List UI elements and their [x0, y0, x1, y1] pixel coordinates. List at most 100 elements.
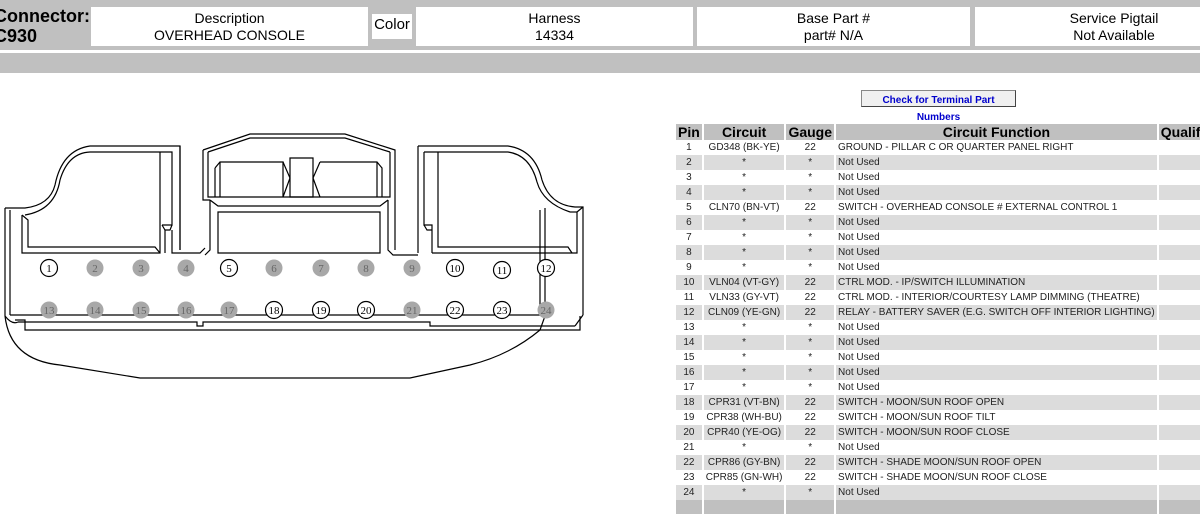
pin-table-row: 23 CPR85 (GN-WH) 22 SWITCH - SHADE MOON/SUN…: [676, 470, 1200, 485]
row-circuit-function: GROUND - PILLAR C OR QUARTER PANEL RIGHT: [838, 142, 1074, 153]
row-gauge: 22: [804, 292, 816, 303]
pin-number-label: 7: [318, 263, 324, 275]
pin-1: 1: [39, 258, 59, 278]
pin-number-label: 6: [271, 263, 277, 275]
row-gauge: *: [808, 172, 813, 183]
row-gauge: *: [808, 232, 813, 243]
pin-number-label: 13: [44, 305, 56, 317]
pin-5: 5: [219, 258, 239, 278]
pin-13: 13: [40, 301, 58, 319]
pin-table-row: 10 VLN04 (VT-GY) 22 CTRL MOD. - IP/SWITCH I…: [676, 275, 1200, 290]
row-circuit: CPR85 (GN-WH): [705, 472, 783, 483]
row-gauge: 22: [786, 305, 835, 320]
row-qualifier: [1159, 350, 1200, 365]
harness-value: 14334: [535, 27, 574, 43]
row-pin: 8: [676, 245, 702, 260]
row-qualifier: [1159, 140, 1200, 155]
row-circuit-function: Not Used: [838, 442, 880, 453]
row-pin: 24: [676, 485, 702, 500]
row-circuit-function: Not Used: [836, 155, 1157, 170]
col-circuit: Circuit: [703, 124, 785, 140]
pin-number-label: 14: [90, 305, 102, 317]
row-circuit: *: [742, 172, 747, 183]
pin-table-row: 6 * * Not Used: [676, 215, 1200, 230]
row-circuit-function: Not Used: [836, 185, 1157, 200]
row-circuit-function: Not Used: [836, 485, 1157, 500]
pin-11: 11: [492, 260, 512, 280]
row-circuit: *: [703, 335, 785, 350]
pin-10: 10: [445, 258, 465, 278]
row-circuit-function: Not Used: [838, 172, 880, 183]
row-circuit: *: [703, 485, 785, 500]
row-circuit: *: [703, 215, 785, 230]
row-circuit: CPR86 (GY-BN): [703, 455, 785, 470]
pin-number-label: 12: [541, 263, 552, 275]
row-pin: 9: [686, 262, 692, 273]
pin-number-label: 19: [316, 305, 328, 317]
pin-table-row: 21 * * Not Used: [676, 440, 1200, 455]
row-pin: 3: [686, 172, 692, 183]
row-qualifier: [1159, 410, 1200, 425]
connector-id: C930: [0, 26, 38, 46]
row-qualifier: [1159, 380, 1200, 395]
row-gauge: 22: [786, 425, 835, 440]
row-gauge: *: [786, 215, 835, 230]
row-pin: 4: [676, 185, 702, 200]
row-pin: 7: [686, 232, 692, 243]
footer-cell: [703, 500, 785, 514]
pin-table-row: 3 * * Not Used: [676, 170, 1200, 185]
pin-number-label: 9: [409, 263, 415, 275]
row-gauge: 22: [786, 455, 835, 470]
pin-table-row: 5 CLN70 (BN-VT) 22 SWITCH - OVERHEAD CONSOL…: [676, 200, 1200, 215]
pin-layer: 1 2 3 4 5 6 7 8 9 10 11 1213 14 15 16 17 18 19 20 21 22 23 24: [39, 258, 556, 320]
pin-number-label: 17: [224, 305, 236, 317]
pin-table-row: 19 CPR38 (WH-BU) 22 SWITCH - MOON/SUN ROOF …: [676, 410, 1200, 425]
row-gauge: *: [786, 185, 835, 200]
row-pin: 1: [686, 142, 692, 153]
pin-number-label: 16: [181, 305, 193, 317]
row-pin: 5: [686, 202, 692, 213]
row-circuit-function: SWITCH - SHADE MOON/SUN ROOF OPEN: [836, 455, 1157, 470]
base-part-cell: Base Part # part# N/A: [697, 7, 970, 46]
pin-number-label: 21: [407, 305, 418, 317]
check-terminal-part-numbers-button[interactable]: Check for Terminal Part Numbers: [861, 90, 1016, 123]
pin-table-row: 11 VLN33 (GY-VT) 22 CTRL MOD. - INTERIOR/CO…: [676, 290, 1200, 305]
row-circuit: *: [703, 185, 785, 200]
pin-number-label: 11: [497, 265, 508, 277]
pin-number-label: 3: [138, 263, 144, 275]
row-qualifier: [1159, 470, 1200, 485]
pin-3: 3: [132, 259, 150, 277]
row-pin: 6: [676, 215, 702, 230]
pin-table-header: Pin Circuit Gauge Circuit Function Quali…: [676, 124, 1200, 140]
pin-17: 17: [220, 301, 238, 319]
pin-table-row: 14 * * Not Used: [676, 335, 1200, 350]
description-label: Description: [194, 10, 265, 26]
row-circuit-function: RELAY - BATTERY SAVER (E.G. SWITCH OFF I…: [836, 305, 1157, 320]
row-qualifier: [1159, 320, 1200, 335]
row-gauge: *: [786, 245, 835, 260]
row-qualifier: [1158, 215, 1200, 230]
connector-label: Connector:: [0, 6, 90, 26]
row-circuit-function: Not Used: [838, 232, 880, 243]
row-circuit-function: CTRL MOD. - IP/SWITCH ILLUMINATION: [836, 275, 1157, 290]
row-circuit: *: [742, 382, 747, 393]
row-circuit-function: SWITCH - MOON/SUN ROOF CLOSE: [836, 425, 1157, 440]
pin-number-label: 20: [361, 305, 373, 317]
pin-20: 20: [356, 300, 376, 320]
row-pin: 15: [683, 352, 695, 363]
row-circuit-function: Not Used: [836, 215, 1157, 230]
pin-19: 19: [311, 300, 331, 320]
pin-number-label: 2: [92, 263, 98, 275]
row-pin: 2: [676, 155, 702, 170]
row-circuit-function: Not Used: [838, 322, 880, 333]
footer-cell: [836, 500, 1157, 514]
row-qualifier: [1158, 155, 1200, 170]
row-gauge: *: [808, 382, 813, 393]
connector-header: Connector: C930 Description OVERHEAD CON…: [0, 0, 1200, 50]
pin-table-row: 17 * * Not Used: [676, 380, 1200, 395]
row-gauge: *: [808, 322, 813, 333]
pin-table-row: 12 CLN09 (YE-GN) 22 RELAY - BATTERY SAVER (…: [676, 305, 1200, 320]
pin-table-row: 20 CPR40 (YE-OG) 22 SWITCH - MOON/SUN ROOF …: [676, 425, 1200, 440]
pin-number-label: 23: [497, 305, 509, 317]
base-part-value: part# N/A: [803, 27, 864, 43]
